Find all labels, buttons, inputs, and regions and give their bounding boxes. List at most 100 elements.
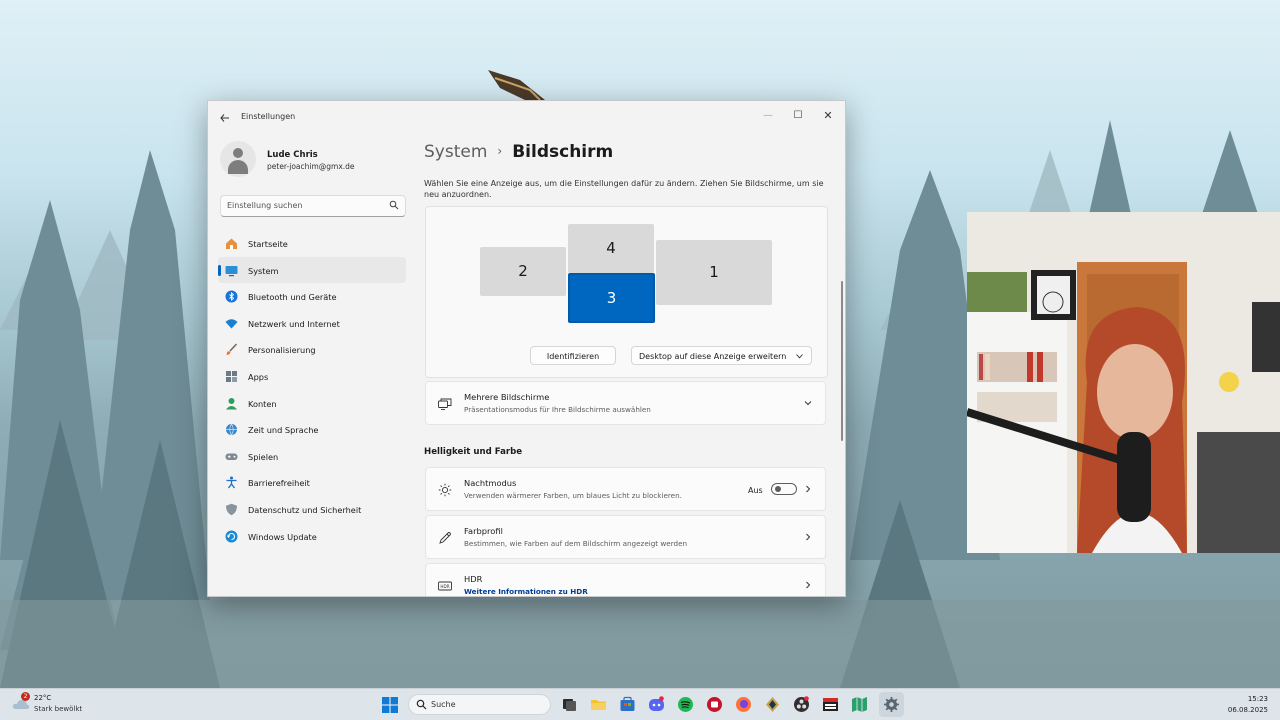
profile-email: peter-joachim@gmx.de [267,162,355,171]
media-app-icon[interactable] [822,696,839,713]
search-placeholder: Einstellung suchen [227,201,303,210]
taskbar-settings-active[interactable] [879,692,904,717]
sidebar-item-windows-update[interactable]: Windows Update [218,523,406,550]
hdr-icon: HDR [438,581,452,591]
chevron-right-icon [806,533,811,541]
account-icon [226,397,237,410]
globe-clock-icon [226,423,237,436]
sidebar-item-system[interactable]: System [218,256,406,284]
display-description: Wählen Sie eine Anzeige aus, um die Eins… [424,179,824,199]
sidebar-item-label: Konten [248,398,277,409]
sidebar-item-label: Netzwerk und Internet [248,318,340,329]
app-title: Einstellungen [241,112,296,121]
webcam-image [967,212,1280,553]
breadcrumb-parent[interactable]: System [424,142,487,162]
accessibility-icon [226,476,237,489]
toggle-state-label: Aus [748,486,763,495]
sidebar-item-zeit-sprache[interactable]: Zeit und Sprache [218,416,406,443]
notification-badge: 2 [21,692,30,701]
task-view-icon[interactable] [561,696,578,713]
search-icon [389,200,399,210]
breadcrumb: System › Bildschirm [424,142,613,162]
recorder-app-icon[interactable] [706,696,723,713]
settings-gear-icon [884,697,899,712]
maps-app-icon[interactable] [851,696,868,713]
sidebar-item-spielen[interactable]: Spielen [218,443,406,470]
bluetooth-icon [225,290,238,303]
hdr-info-link[interactable]: Weitere Informationen zu HDR [464,587,588,596]
monitor-3-selected[interactable]: 3 [568,273,655,323]
sidebar-item-label: System [248,265,279,276]
hdr-card[interactable]: HDR HDR Weitere Informationen zu HDR [425,563,826,596]
game-launcher-icon[interactable] [764,696,781,713]
sidebar-item-label: Personalisierung [248,345,316,356]
monitor-4[interactable]: 4 [568,224,654,273]
apps-icon [226,370,237,382]
clock-time[interactable]: 15:23 [1242,695,1268,703]
card-subtitle: Bestimmen, wie Farben auf dem Bildschirm… [464,539,688,548]
settings-search-input[interactable]: Einstellung suchen [220,195,406,217]
sidebar-item-label: Barrierefreiheit [248,478,310,489]
webcam-overlay [967,212,1280,553]
chevron-down-icon [804,401,812,406]
user-profile[interactable]: Lude Chris peter-joachim@gmx.de [220,141,410,179]
weather-description[interactable]: Stark bewölkt [34,705,82,713]
avatar [220,141,256,177]
multiple-displays-card[interactable]: Mehrere Bildschirme Präsentationsmodus f… [425,381,826,425]
sidebar-item-label: Zeit und Sprache [248,425,319,436]
monitor-2[interactable]: 2 [480,247,566,296]
obs-icon[interactable] [793,696,810,713]
title-bar: Einstellungen — ☐ ✕ [208,101,845,133]
breadcrumb-separator: › [497,144,503,158]
card-title: HDR [464,574,483,584]
store-icon[interactable] [619,696,636,713]
card-title: Mehrere Bildschirme [464,392,550,402]
firefox-icon[interactable] [735,696,752,713]
monitor-icon [225,265,238,276]
sidebar-item-barrierefreiheit[interactable]: Barrierefreiheit [218,469,406,496]
maximize-button[interactable]: ☐ [784,105,812,127]
update-icon [225,530,238,543]
chevron-right-icon [806,485,811,493]
sidebar-item-label: Apps [248,371,269,382]
clock-date[interactable]: 06.08.2025 [1222,706,1268,714]
discord-icon[interactable] [648,696,665,713]
sidebar-item-label: Bluetooth und Geräte [248,292,337,303]
weather-temperature[interactable]: 22°C [34,694,51,702]
spotify-icon[interactable] [677,696,694,713]
night-mode-toggle[interactable] [771,483,797,495]
taskbar-search-input[interactable]: Suche [408,694,551,715]
sidebar-item-label: Windows Update [248,531,317,542]
color-profile-card[interactable]: Farbprofil Bestimmen, wie Farben auf dem… [425,515,826,559]
svg-text:HDR: HDR [440,584,449,589]
back-button[interactable] [216,109,234,127]
page-title: Bildschirm [512,142,614,162]
card-title: Farbprofil [464,526,503,536]
extend-display-dropdown[interactable]: Desktop auf diese Anzeige erweitern [631,346,812,365]
night-mode-card[interactable]: Nachtmodus Verwenden wärmerer Farben, um… [425,467,826,511]
search-icon [416,699,427,710]
monitor-1[interactable]: 1 [656,240,772,305]
minimize-button[interactable]: — [754,105,782,127]
identify-button[interactable]: Identifizieren [530,346,616,365]
sidebar-item-konten[interactable]: Konten [218,390,406,417]
profile-name: Lude Chris [267,150,318,160]
sidebar-item-apps[interactable]: Apps [218,363,406,390]
sidebar-item-personalisierung[interactable]: Personalisierung [218,336,406,363]
eyedropper-icon [439,532,451,544]
eagle-image [488,70,545,101]
multiple-displays-icon [438,398,452,410]
file-explorer-icon[interactable] [590,696,607,713]
sidebar-item-label: Spielen [248,451,279,462]
content-scrollbar[interactable] [841,281,843,441]
sidebar-item-startseite[interactable]: Startseite [218,230,406,257]
close-button[interactable]: ✕ [814,105,842,127]
section-brightness-color: Helligkeit und Farbe [424,447,523,457]
sidebar-item-label: Startseite [248,239,288,249]
sidebar-item-datenschutz[interactable]: Datenschutz und Sicherheit [218,496,406,523]
main-content: System › Bildschirm Wählen Sie eine Anzeig… [424,133,829,596]
sidebar-item-netzwerk[interactable]: Netzwerk und Internet [218,310,406,337]
chevron-right-icon [806,581,811,589]
sidebar-item-bluetooth[interactable]: Bluetooth und Geräte [218,283,406,310]
windows-start-icon[interactable] [382,697,398,713]
